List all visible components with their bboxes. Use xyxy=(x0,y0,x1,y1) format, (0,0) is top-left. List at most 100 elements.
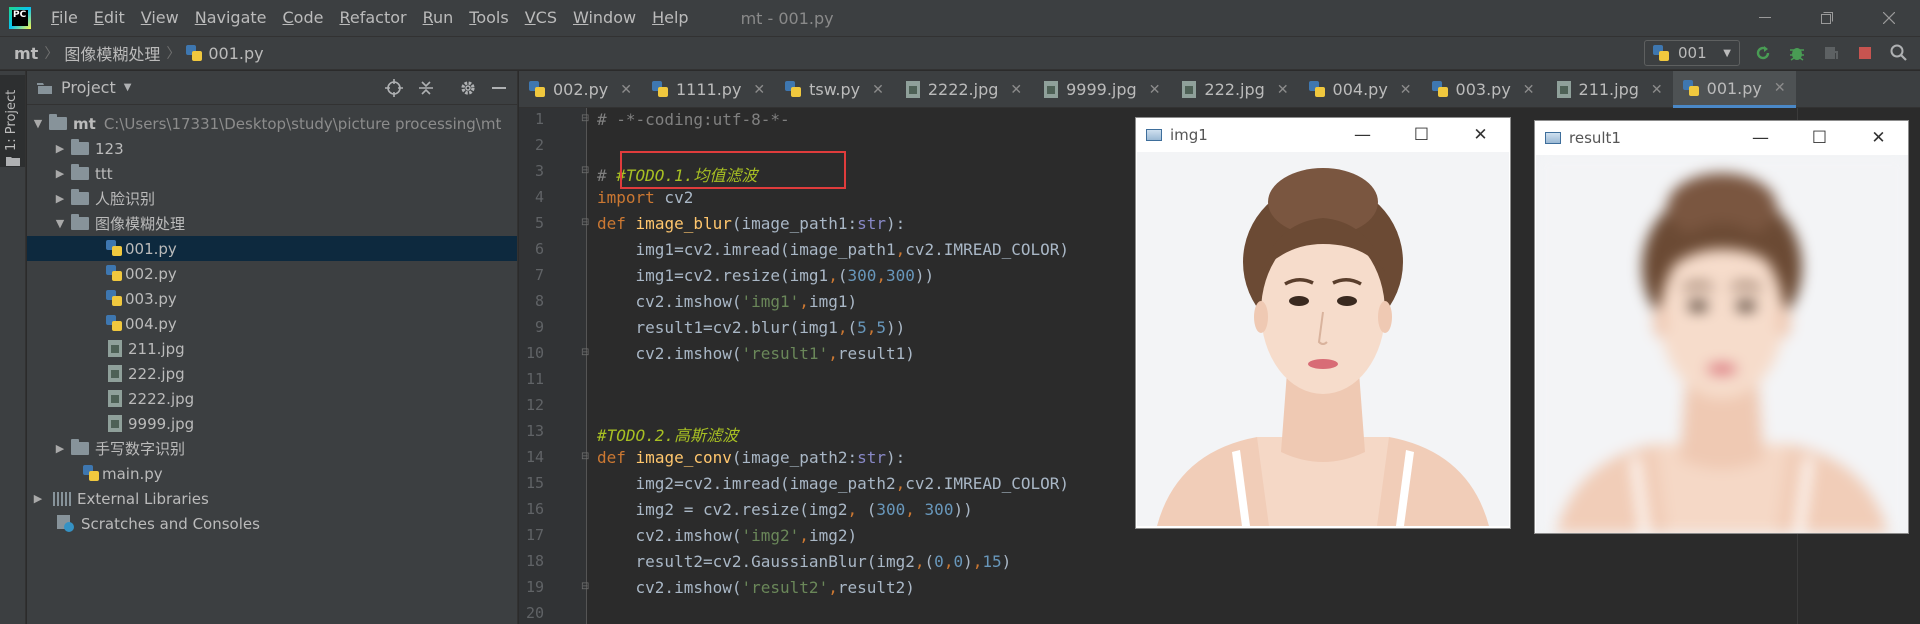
tree-root[interactable]: ▼ mt C:\Users\17331\Desktop\study\pictur… xyxy=(27,111,517,136)
window-titlebar[interactable]: result1 — ☐ ✕ xyxy=(1535,121,1908,155)
menu-tools[interactable]: Tools xyxy=(461,0,516,36)
editor-tab[interactable]: 222.jpg ✕ xyxy=(1170,71,1298,108)
chevron-down-icon[interactable]: ▼ xyxy=(53,217,67,230)
chevron-right-icon[interactable]: ▶ xyxy=(53,192,67,205)
code-line[interactable]: img2=cv2.imread(image_path2,cv2.IMREAD_C… xyxy=(597,474,1070,493)
close-icon[interactable]: ✕ xyxy=(753,82,765,98)
search-icon[interactable] xyxy=(1888,42,1910,64)
opencv-window-img1[interactable]: img1 — ☐ ✕ xyxy=(1135,117,1511,529)
tree-file[interactable]: 211.jpg xyxy=(27,336,517,361)
close-icon[interactable]: ✕ xyxy=(1523,82,1535,98)
menu-navigate[interactable]: Navigate xyxy=(187,0,275,36)
close-icon[interactable]: ✕ xyxy=(1010,82,1022,98)
menu-view[interactable]: View xyxy=(133,0,187,36)
locate-file-icon[interactable] xyxy=(385,78,403,97)
code-line[interactable]: def image_blur(image_path1:str): xyxy=(597,214,905,233)
editor-tab[interactable]: 1111.py ✕ xyxy=(642,71,775,108)
code-line[interactable]: result1=cv2.blur(img1,(5,5)) xyxy=(597,318,906,337)
code-line[interactable]: cv2.imshow('result1',result1) xyxy=(597,344,915,363)
tree-file[interactable]: 004.py xyxy=(27,311,517,336)
chevron-down-icon[interactable]: ▼ xyxy=(124,82,132,93)
tree-folder[interactable]: ▶ ttt xyxy=(27,161,517,186)
tree-file[interactable]: 2222.jpg xyxy=(27,386,517,411)
editor-tab[interactable]: 9999.jpg ✕ xyxy=(1032,71,1170,108)
editor-tab[interactable]: 002.py ✕ xyxy=(519,71,642,108)
maximize-icon[interactable]: ☐ xyxy=(1790,128,1849,148)
tree-file[interactable]: 9999.jpg xyxy=(27,411,517,436)
close-icon[interactable]: ✕ xyxy=(1651,82,1663,98)
code-line[interactable]: img1=cv2.resize(img1,(300,300)) xyxy=(597,266,935,285)
fold-marker-icon[interactable]: ⊟ xyxy=(581,581,589,592)
tree-folder[interactable]: ▶ 人脸识别 xyxy=(27,186,517,211)
code-line[interactable]: cv2.imshow('result2',result2) xyxy=(597,578,915,597)
breadcrumb-project[interactable]: mt xyxy=(14,44,38,63)
close-icon[interactable]: ✕ xyxy=(872,82,884,98)
code-line[interactable]: result2=cv2.GaussianBlur(img2,(0,0),15) xyxy=(597,552,1012,571)
stop-icon[interactable] xyxy=(1854,42,1876,64)
opencv-window-result1[interactable]: result1 — ☐ ✕ xyxy=(1534,120,1909,534)
minimize-icon[interactable]: — xyxy=(1731,128,1790,148)
editor-tab[interactable]: 2222.jpg ✕ xyxy=(894,71,1032,108)
tree-file[interactable]: 222.jpg xyxy=(27,361,517,386)
tree-folder[interactable]: ▶ 手写数字识别 xyxy=(27,436,517,461)
breadcrumb-folder[interactable]: 图像模糊处理 xyxy=(64,41,160,65)
tree-folder[interactable]: ▶ 123 xyxy=(27,136,517,161)
editor-tab[interactable]: 211.jpg ✕ xyxy=(1545,71,1673,108)
close-icon[interactable]: ✕ xyxy=(1149,82,1161,98)
menu-file[interactable]: File xyxy=(43,0,86,36)
editor-tab[interactable]: tsw.py ✕ xyxy=(775,71,894,108)
fold-marker-icon[interactable]: ⊟ xyxy=(581,451,589,462)
maximize-icon[interactable]: ☐ xyxy=(1392,125,1451,145)
menu-vcs[interactable]: VCS xyxy=(517,0,565,36)
code-line[interactable]: img2 = cv2.resize(img2, (300, 300)) xyxy=(597,500,973,519)
run-configuration-selector[interactable]: 001 ▼ xyxy=(1644,40,1740,66)
gear-icon[interactable] xyxy=(459,79,477,97)
close-icon[interactable]: ✕ xyxy=(620,82,632,98)
editor-tab[interactable]: 001.py ✕ xyxy=(1672,71,1796,108)
close-icon[interactable]: ✕ xyxy=(1451,125,1510,145)
minimize-icon[interactable] xyxy=(1734,0,1796,36)
menu-edit[interactable]: Edit xyxy=(86,0,133,36)
code-line[interactable]: # -*-coding:utf-8-*- xyxy=(597,110,790,129)
close-icon[interactable]: ✕ xyxy=(1849,128,1908,148)
chevron-right-icon[interactable]: ▶ xyxy=(53,142,67,155)
code-line[interactable]: #TODO.2.高斯滤波 xyxy=(597,422,738,446)
close-icon[interactable]: ✕ xyxy=(1400,82,1412,98)
editor-tab[interactable]: 004.py ✕ xyxy=(1299,71,1422,108)
debug-icon[interactable] xyxy=(1786,42,1808,64)
tree-file[interactable]: main.py xyxy=(27,461,517,486)
close-icon[interactable]: ✕ xyxy=(1774,80,1786,96)
menu-window[interactable]: Window xyxy=(565,0,644,36)
window-titlebar[interactable]: img1 — ☐ ✕ xyxy=(1136,118,1510,152)
fold-marker-icon[interactable]: ⊟ xyxy=(581,217,589,228)
minimize-icon[interactable]: — xyxy=(1333,125,1392,145)
chevron-right-icon[interactable]: ▶ xyxy=(53,167,67,180)
hide-panel-icon[interactable] xyxy=(491,80,507,96)
menu-run[interactable]: Run xyxy=(415,0,462,36)
tree-file[interactable]: 003.py xyxy=(27,286,517,311)
rerun-icon[interactable] xyxy=(1752,42,1774,64)
code-line[interactable]: img1=cv2.imread(image_path1,cv2.IMREAD_C… xyxy=(597,240,1070,259)
code-line[interactable]: import cv2 xyxy=(597,188,693,207)
menu-code[interactable]: Code xyxy=(275,0,332,36)
project-view-selector[interactable]: Project xyxy=(61,78,116,97)
menu-help[interactable]: Help xyxy=(644,0,696,36)
tree-file[interactable]: 002.py xyxy=(27,261,517,286)
coverage-icon[interactable] xyxy=(1820,42,1842,64)
code-line[interactable]: def image_conv(image_path2:str): xyxy=(597,448,905,467)
chevron-right-icon[interactable]: ▶ xyxy=(53,442,67,455)
code-line[interactable]: cv2.imshow('img1',img1) xyxy=(597,292,858,311)
tree-file-selected[interactable]: 001.py xyxy=(27,236,517,261)
editor-tab[interactable]: 003.py ✕ xyxy=(1422,71,1545,108)
fold-marker-icon[interactable]: ⊟ xyxy=(581,113,589,124)
tree-folder-open[interactable]: ▼ 图像模糊处理 xyxy=(27,211,517,236)
project-tool-tab[interactable]: 1: Project xyxy=(0,75,25,167)
tree-scratches[interactable]: Scratches and Consoles xyxy=(27,511,517,536)
chevron-down-icon[interactable]: ▼ xyxy=(31,117,45,130)
fold-marker-icon[interactable]: ⊟ xyxy=(581,165,589,176)
tree-external-libraries[interactable]: ▶ External Libraries xyxy=(27,486,517,511)
close-icon[interactable]: ✕ xyxy=(1277,82,1289,98)
close-icon[interactable] xyxy=(1858,0,1920,36)
menu-refactor[interactable]: Refactor xyxy=(331,0,414,36)
fold-marker-icon[interactable]: ⊟ xyxy=(581,347,589,358)
